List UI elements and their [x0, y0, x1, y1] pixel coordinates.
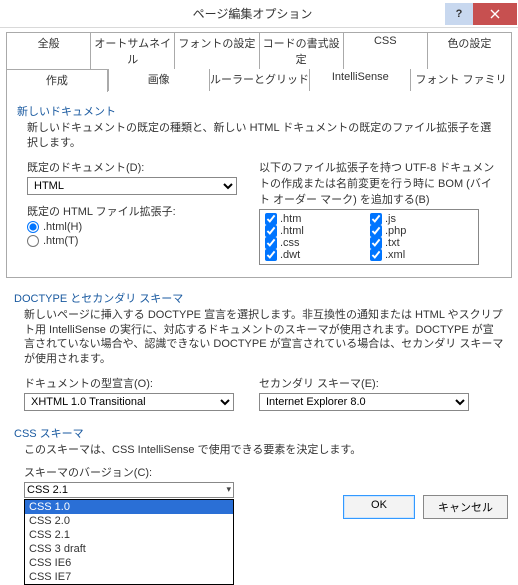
tab-container: 全般 オートサムネイル フォントの設定 コードの書式設定 CSS 色の設定 作成… [0, 28, 518, 278]
lower-panel: DOCTYPE とセカンダリ スキーマ 新しいページに挿入する DOCTYPE … [0, 278, 518, 504]
dialog-footer: OK キャンセル [343, 495, 508, 519]
doctype-select[interactable]: XHTML 1.0 Transitional [24, 393, 234, 411]
chk-css[interactable]: .css [265, 237, 360, 249]
schema-version-field[interactable]: CSS 2.1 ▾ [24, 482, 234, 498]
window-title: ページ編集オプション [0, 5, 445, 22]
tab-ruler-grid[interactable]: ルーラーとグリッド [209, 69, 310, 91]
schema-version-list: CSS 1.0 CSS 2.0 CSS 2.1 CSS 3 draft CSS … [24, 499, 234, 585]
tab-row-1: 全般 オートサムネイル フォントの設定 コードの書式設定 CSS 色の設定 [6, 32, 512, 69]
tab-authoring[interactable]: 作成 [6, 69, 108, 92]
tab-font-family[interactable]: フォント ファミリ [410, 69, 512, 91]
schema-option[interactable]: CSS 3 draft [25, 542, 233, 556]
group-doctype: DOCTYPE とセカンダリ スキーマ [14, 290, 504, 306]
help-button[interactable]: ? [445, 3, 473, 25]
schema-option[interactable]: CSS 2.1 [25, 528, 233, 542]
tab-color-settings[interactable]: 色の設定 [427, 32, 512, 69]
chk-html[interactable]: .html [265, 225, 360, 237]
close-button[interactable] [473, 3, 517, 25]
tab-body: 新しいドキュメント 新しいドキュメントの既定の種類と、新しい HTML ドキュメ… [6, 90, 512, 278]
schema-version-label: スキーマのバージョン(C): [24, 464, 504, 480]
group-css-schema: CSS スキーマ [14, 425, 504, 441]
ext-radio-group: .html(H) .htm(T) [27, 221, 259, 247]
tab-general[interactable]: 全般 [6, 32, 90, 69]
chk-js[interactable]: .js [370, 213, 465, 225]
tab-code-format[interactable]: コードの書式設定 [259, 32, 343, 69]
chk-htm[interactable]: .htm [265, 213, 360, 225]
tab-intellisense[interactable]: IntelliSense [309, 69, 410, 91]
radio-htm[interactable]: .htm(T) [27, 235, 259, 247]
doctype-label: ドキュメントの型宣言(O): [24, 375, 259, 391]
chk-txt[interactable]: .txt [370, 237, 465, 249]
chk-dwt[interactable]: .dwt [265, 249, 360, 261]
schema-option[interactable]: CSS 1.0 [25, 500, 233, 514]
bom-ext-list: .htm .js .html .php .css .txt .dwt .xml [259, 209, 479, 265]
ok-button[interactable]: OK [343, 495, 415, 519]
new-document-desc: 新しいドキュメントの既定の種類と、新しい HTML ドキュメントの既定のファイル… [27, 121, 501, 151]
tab-css[interactable]: CSS [343, 32, 427, 69]
group-new-document: 新しいドキュメント [17, 103, 501, 119]
doctype-desc: 新しいページに挿入する DOCTYPE 宣言を選択します。非互換性の通知または … [24, 308, 504, 367]
default-doc-label: 既定のドキュメント(D): [27, 159, 259, 175]
tab-autothumbnail[interactable]: オートサムネイル [90, 32, 174, 69]
tab-row-2: 作成 画像 ルーラーとグリッド IntelliSense フォント ファミリ [6, 69, 512, 91]
css-schema-desc: このスキーマは、CSS IntelliSense で使用できる要素を決定します。 [24, 443, 504, 458]
close-icon [490, 9, 500, 19]
schema-version-dropdown[interactable]: CSS 2.1 ▾ CSS 1.0 CSS 2.0 CSS 2.1 CSS 3 … [24, 482, 234, 498]
default-ext-label: 既定の HTML ファイル拡張子: [27, 203, 259, 219]
tab-image[interactable]: 画像 [108, 69, 209, 91]
schema-option[interactable]: CSS 2.0 [25, 514, 233, 528]
chk-php[interactable]: .php [370, 225, 465, 237]
secondary-select[interactable]: Internet Explorer 8.0 [259, 393, 469, 411]
tab-font-settings[interactable]: フォントの設定 [174, 32, 258, 69]
chevron-down-icon: ▾ [226, 484, 231, 495]
schema-option[interactable]: CSS IE6 [25, 556, 233, 570]
radio-html[interactable]: .html(H) [27, 221, 259, 233]
default-doc-select[interactable]: HTML [27, 177, 237, 195]
chk-xml[interactable]: .xml [370, 249, 465, 261]
utf8-desc: 以下のファイル拡張子を持つ UTF-8 ドキュメントの作成または名前変更を行う時… [259, 159, 501, 207]
cancel-button[interactable]: キャンセル [423, 495, 508, 519]
titlebar: ページ編集オプション ? [0, 0, 518, 28]
schema-option[interactable]: CSS IE7 [25, 570, 233, 584]
secondary-label: セカンダリ スキーマ(E): [259, 375, 504, 391]
